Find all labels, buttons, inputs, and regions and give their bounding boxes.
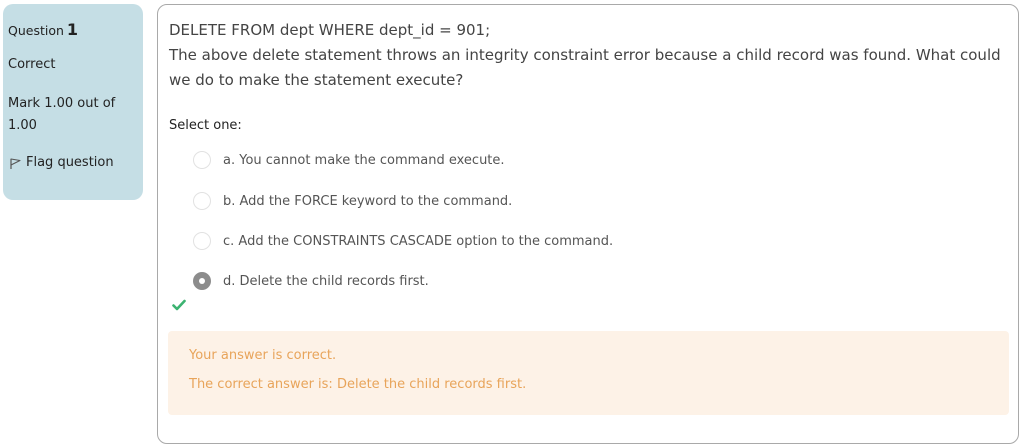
question-info-panel: Question 1 Correct Mark 1.00 out of 1.00… (3, 4, 143, 200)
answer-option-a[interactable]: a. You cannot make the command execute. (193, 151, 505, 169)
answer-radio-d[interactable] (193, 272, 211, 290)
question-content: DELETE FROM dept WHERE dept_id = 901; Th… (157, 4, 1019, 444)
answer-option-d[interactable]: d. Delete the child records first. (193, 272, 429, 290)
flag-question-label: Flag question (26, 154, 114, 170)
question-sql: DELETE FROM dept WHERE dept_id = 901; (169, 21, 491, 39)
answer-radio-b[interactable] (193, 192, 211, 210)
feedback-right-answer: The correct answer is: Delete the child … (189, 377, 527, 392)
select-one-prompt: Select one: (169, 118, 242, 133)
answer-option-label: d. Delete the child records first. (223, 273, 429, 289)
question-text: DELETE FROM dept WHERE dept_id = 901; Th… (169, 18, 1009, 93)
question-grade: Mark 1.00 out of 1.00 (8, 96, 116, 133)
answer-option-label: c. Add the CONSTRAINTS CASCADE option to… (223, 233, 614, 249)
check-icon (172, 299, 186, 311)
flag-question-link[interactable]: Flag question (8, 154, 137, 170)
answer-option-label: a. You cannot make the command execute. (223, 152, 505, 168)
question-label: Question (8, 23, 64, 38)
answer-option-label: b. Add the FORCE keyword to the command. (223, 193, 513, 209)
feedback-box: Your answer is correct. The correct answ… (168, 331, 1009, 415)
answer-radio-a[interactable] (193, 151, 211, 169)
feedback-result: Your answer is correct. (189, 348, 337, 363)
question-state: Correct (8, 57, 56, 72)
answer-radio-c[interactable] (193, 232, 211, 250)
question-number-line: Question 1 (8, 20, 137, 39)
question-number: 1 (66, 20, 79, 39)
flag-icon (10, 158, 21, 169)
answer-option-c[interactable]: c. Add the CONSTRAINTS CASCADE option to… (193, 232, 613, 250)
question-body: The above delete statement throws an int… (169, 46, 1001, 89)
answer-option-b[interactable]: b. Add the FORCE keyword to the command. (193, 192, 512, 210)
